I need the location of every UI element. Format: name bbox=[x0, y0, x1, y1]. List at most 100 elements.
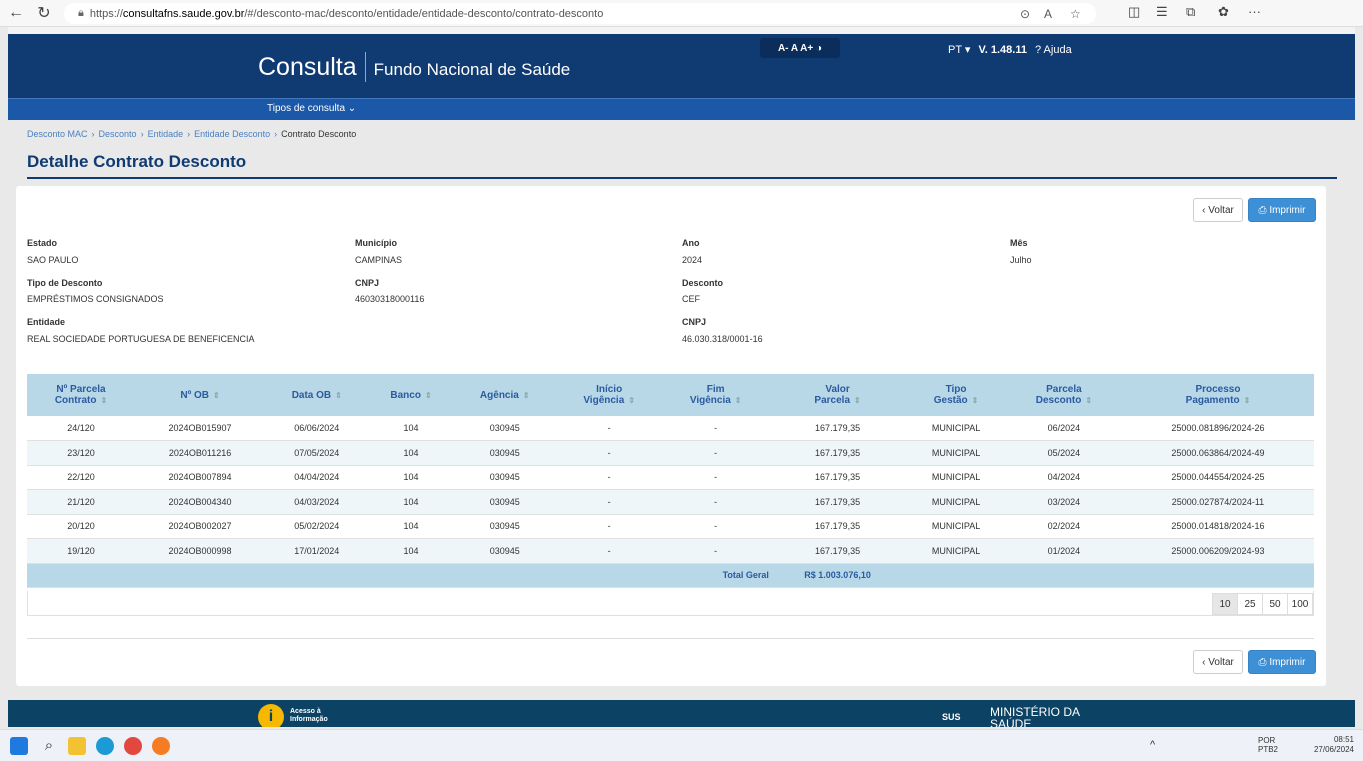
column-header[interactable]: Nº Parcela Contrato ⇕ bbox=[27, 374, 135, 416]
column-header-label: Início bbox=[596, 384, 623, 395]
layout-code: PTB2 bbox=[1258, 745, 1279, 754]
clock-date: 27/06/2024 bbox=[1313, 745, 1354, 754]
back-button-bottom[interactable]: ‹ Voltar bbox=[1193, 650, 1243, 674]
column-header-label: Gestão bbox=[933, 395, 968, 406]
column-header[interactable]: Banco ⇕ bbox=[368, 374, 454, 416]
table-cell: 030945 bbox=[453, 514, 556, 539]
column-header[interactable]: Início Vigência ⇕ bbox=[555, 374, 663, 416]
table-cell: 01/2024 bbox=[1005, 538, 1122, 564]
site-header: Consulta Fundo Nacional de Saúde A- A A+… bbox=[8, 34, 1355, 98]
table-cell: 167.179,35 bbox=[768, 416, 907, 441]
nav-menu-consultas[interactable]: Tipos de consulta ⌄ bbox=[267, 103, 356, 114]
total-value: R$ 1.003.076,10 bbox=[768, 563, 907, 588]
column-header[interactable]: Nº OB ⇕ bbox=[135, 374, 266, 416]
url-host: consultafns.saude.gov.br bbox=[122, 7, 245, 20]
location-icon[interactable]: ⊙ bbox=[1020, 7, 1030, 21]
table-cell: - bbox=[662, 416, 769, 441]
firefox-icon[interactable] bbox=[152, 737, 170, 755]
table-cell: 167.179,35 bbox=[768, 465, 907, 490]
table-cell: - bbox=[662, 489, 769, 515]
cnpj-label: CNPJ bbox=[355, 278, 380, 288]
column-header[interactable]: Data OB ⇕ bbox=[265, 374, 369, 416]
sort-icon[interactable]: ⇕ bbox=[854, 396, 861, 405]
entidade-cnpj-value: 46.030.318/0001-16 bbox=[682, 334, 763, 344]
chrome-icon[interactable] bbox=[124, 737, 142, 755]
column-header[interactable]: Fim Vigência ⇕ bbox=[662, 374, 769, 416]
column-header-label: Tipo bbox=[945, 384, 967, 395]
table-cell: 104 bbox=[368, 440, 454, 466]
sort-icon[interactable]: ⇕ bbox=[735, 396, 742, 405]
table-row: 23/120 2024OB011216 07/05/2024 104 030945- -1… bbox=[27, 440, 1314, 466]
breadcrumb-item[interactable]: Desconto MAC bbox=[27, 129, 88, 139]
page-size-option[interactable]: 10 bbox=[1212, 593, 1238, 615]
column-header[interactable]: Agência ⇕ bbox=[453, 374, 556, 416]
brand-sub: Fundo Nacional de Saúde bbox=[373, 60, 571, 79]
table-cell: 2024OB007894 bbox=[135, 465, 266, 490]
favorite-star-icon[interactable]: ☆ bbox=[1070, 7, 1081, 21]
breadcrumb-item[interactable]: Entidade bbox=[148, 129, 184, 139]
column-header-label: Pagamento bbox=[1185, 395, 1240, 406]
sort-icon[interactable]: ⇕ bbox=[523, 391, 530, 400]
column-header[interactable]: Parcela Desconto ⇕ bbox=[1005, 374, 1122, 416]
clock[interactable]: 08:51 27/06/2024 bbox=[1308, 735, 1354, 755]
sort-icon[interactable]: ⇕ bbox=[972, 396, 979, 405]
edge-icon[interactable] bbox=[96, 737, 114, 755]
input-language[interactable]: POR PTB2 bbox=[1258, 736, 1278, 754]
sort-icon[interactable]: ⇕ bbox=[213, 391, 220, 400]
tipo-desconto-value: EMPRÉSTIMOS CONSIGNADOS bbox=[27, 294, 164, 304]
page-size-option[interactable]: 100 bbox=[1287, 593, 1313, 615]
table-cell: 104 bbox=[368, 514, 454, 539]
print-button[interactable]: ⎙ Imprimir bbox=[1248, 198, 1316, 222]
file-explorer-icon[interactable] bbox=[68, 737, 86, 755]
sort-icon[interactable]: ⇕ bbox=[1085, 396, 1092, 405]
breadcrumb-sep: › bbox=[187, 129, 191, 139]
breadcrumb-item[interactable]: Entidade Desconto bbox=[194, 129, 270, 139]
column-header[interactable]: Valor Parcela ⇕ bbox=[768, 374, 907, 416]
favorites-icon[interactable]: ☰ bbox=[1156, 4, 1168, 20]
table-cell: 167.179,35 bbox=[768, 489, 907, 515]
breadcrumb-item[interactable]: Desconto bbox=[99, 129, 137, 139]
split-screen-icon[interactable]: ◫ bbox=[1128, 4, 1140, 20]
refresh-icon[interactable]: ↻ bbox=[32, 1, 56, 25]
page-size-option[interactable]: 50 bbox=[1262, 593, 1288, 615]
print-button-bottom[interactable]: ⎙ Imprimir bbox=[1248, 650, 1316, 674]
page-size-option[interactable]: 25 bbox=[1237, 593, 1263, 615]
table-cell: 25000.006209/2024-93 bbox=[1121, 538, 1314, 564]
help-link[interactable]: ? Ajuda bbox=[1035, 44, 1072, 56]
extensions-icon[interactable]: ✿ bbox=[1218, 4, 1229, 20]
table-body: 24/120 2024OB015907 06/06/2024 104 030945- -1… bbox=[27, 416, 1314, 588]
detail-panel: ‹ Voltar ⎙ Imprimir Estado SAO PAULO Mun… bbox=[16, 186, 1326, 686]
table-cell: 030945 bbox=[453, 440, 556, 466]
column-header[interactable]: Tipo Gestão ⇕ bbox=[906, 374, 1006, 416]
table-cell: 2024OB002027 bbox=[135, 514, 266, 539]
table-cell: 2024OB011216 bbox=[135, 440, 266, 466]
acesso-informacao[interactable]: Acesso à Informação bbox=[290, 708, 328, 724]
read-aloud-icon[interactable]: A bbox=[1044, 7, 1052, 21]
sort-icon[interactable]: ⇕ bbox=[628, 396, 635, 405]
info-icon[interactable]: i bbox=[258, 704, 284, 727]
search-icon[interactable]: ⌕ bbox=[40, 737, 58, 755]
address-bar[interactable]: 🔒︎ https:// consultafns.saude.gov.br /#/… bbox=[64, 3, 1096, 24]
table-cell: 07/05/2024 bbox=[265, 440, 369, 466]
collections-icon[interactable]: ⧉ bbox=[1186, 4, 1195, 20]
entidade-value: REAL SOCIEDADE PORTUGUESA DE BENEFICENCI… bbox=[27, 334, 255, 344]
sort-icon[interactable]: ⇕ bbox=[425, 391, 432, 400]
back-button[interactable]: ‹ Voltar bbox=[1193, 198, 1243, 222]
font-size-tools[interactable]: A- A A+ ◑ bbox=[760, 38, 840, 58]
tray-chevron-icon[interactable]: ^ bbox=[1150, 739, 1155, 751]
language-select[interactable]: PT ▾ bbox=[948, 43, 970, 56]
table-cell: - bbox=[662, 465, 769, 490]
column-header[interactable]: Processo Pagamento ⇕ bbox=[1121, 374, 1314, 416]
more-menu-icon[interactable]: ··· bbox=[1248, 4, 1261, 19]
page-title: Detalhe Contrato Desconto bbox=[27, 152, 247, 171]
table-cell: 06/06/2024 bbox=[265, 416, 369, 441]
entidade-label: Entidade bbox=[27, 317, 66, 327]
column-header-label: Nº Parcela bbox=[56, 384, 106, 395]
sort-icon[interactable]: ⇕ bbox=[1244, 396, 1251, 405]
browser-toolbar: ← ↻ 🔒︎ https:// consultafns.saude.gov.br… bbox=[0, 0, 1363, 27]
sort-icon[interactable]: ⇕ bbox=[335, 391, 342, 400]
sort-icon[interactable]: ⇕ bbox=[100, 396, 107, 405]
windows-start-icon[interactable] bbox=[10, 737, 28, 755]
back-arrow-icon[interactable]: ← bbox=[4, 1, 28, 25]
brand[interactable]: Consulta Fundo Nacional de Saúde bbox=[258, 52, 570, 82]
